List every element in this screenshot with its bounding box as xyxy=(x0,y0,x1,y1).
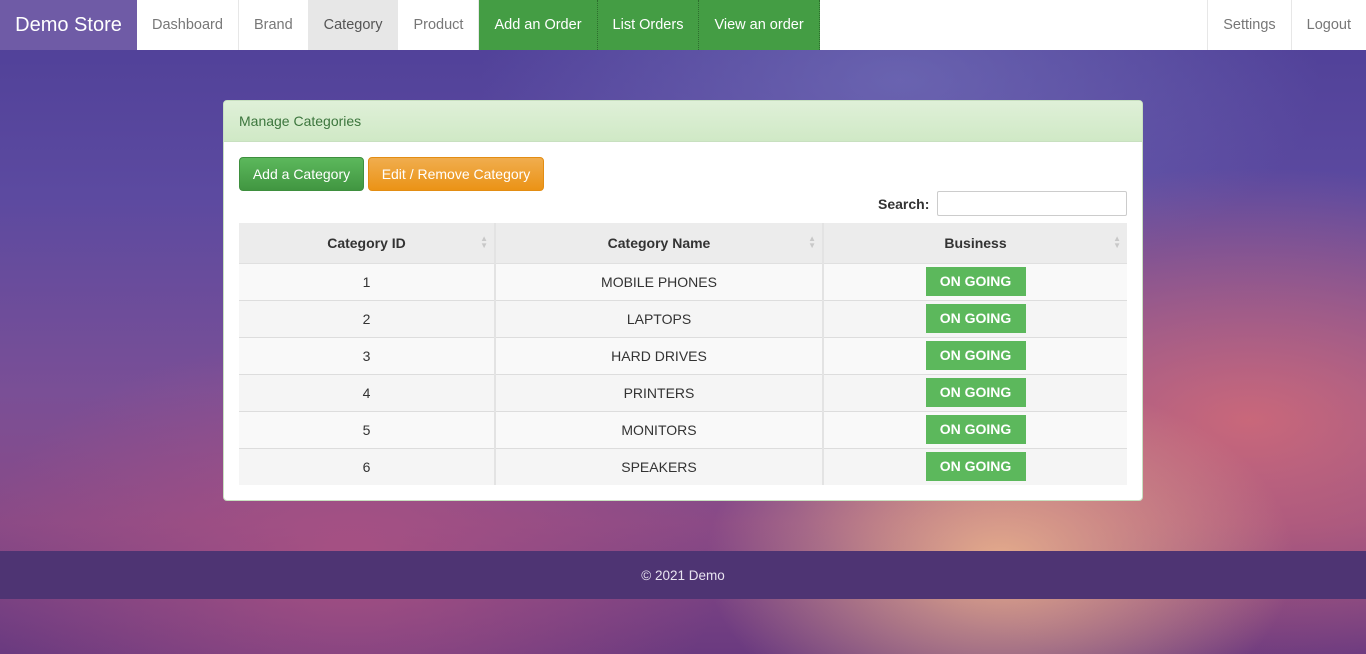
table-row: 4 PRINTERS ON GOING xyxy=(239,373,1127,411)
cell-name: SPEAKERS xyxy=(495,447,824,485)
nav-brand[interactable]: Brand xyxy=(239,0,309,50)
nav-add-order[interactable]: Add an Order xyxy=(479,0,598,50)
nav-logout[interactable]: Logout xyxy=(1290,0,1366,50)
sort-icon: ▲ ▼ xyxy=(808,234,816,250)
sort-icon: ▲ ▼ xyxy=(480,234,488,250)
table-header-row: Category ID ▲ ▼ Category Name ▲ ▼ Business… xyxy=(239,223,1127,264)
cell-id: 5 xyxy=(239,410,496,448)
header-label: Category ID xyxy=(327,234,406,251)
nav-dashboard[interactable]: Dashboard xyxy=(137,0,239,50)
table-row: 3 HARD DRIVES ON GOING xyxy=(239,336,1127,374)
nav-list-orders[interactable]: List Orders xyxy=(597,0,700,50)
cell-name: LAPTOPS xyxy=(495,299,824,337)
table-row: 2 LAPTOPS ON GOING xyxy=(239,299,1127,337)
page-footer: © 2021 Demo xyxy=(0,551,1366,599)
cell-status: ON GOING xyxy=(823,447,1127,485)
footer-copyright: © 2021 Demo xyxy=(641,567,725,583)
panel-title: Manage Categories xyxy=(224,101,1142,142)
header-category-name[interactable]: Category Name ▲ ▼ xyxy=(495,223,824,264)
cell-id: 1 xyxy=(239,262,496,300)
header-label: Category Name xyxy=(607,234,711,251)
manage-categories-panel: Manage Categories Add a Category Edit / … xyxy=(223,100,1143,501)
table-row: 6 SPEAKERS ON GOING xyxy=(239,447,1127,485)
status-badge: ON GOING xyxy=(925,341,1026,370)
cell-id: 6 xyxy=(239,447,496,485)
cell-name: MONITORS xyxy=(495,410,824,448)
cell-status: ON GOING xyxy=(823,373,1127,411)
header-label: Business xyxy=(944,234,1007,251)
status-badge: ON GOING xyxy=(925,452,1026,482)
cell-status: ON GOING xyxy=(823,299,1127,337)
header-category-id[interactable]: Category ID ▲ ▼ xyxy=(239,223,496,264)
cell-name: PRINTERS xyxy=(495,373,824,411)
edit-remove-category-button[interactable]: Edit / Remove Category xyxy=(368,157,544,191)
cell-id: 3 xyxy=(239,336,496,374)
sort-icon: ▲ ▼ xyxy=(1113,234,1121,250)
nav-product[interactable]: Product xyxy=(398,0,480,50)
categories-table: Category ID ▲ ▼ Category Name ▲ ▼ Business… xyxy=(239,223,1127,485)
nav-view-order[interactable]: View an order xyxy=(699,0,820,50)
cell-name: MOBILE PHONES xyxy=(495,262,824,300)
nav-category[interactable]: Category xyxy=(308,0,399,50)
nav-settings[interactable]: Settings xyxy=(1207,0,1290,50)
cell-id: 2 xyxy=(239,299,496,337)
search-input[interactable] xyxy=(937,191,1127,216)
status-badge: ON GOING xyxy=(925,415,1026,444)
table-row: 5 MONITORS ON GOING xyxy=(239,410,1127,448)
cell-id: 4 xyxy=(239,373,496,411)
status-badge: ON GOING xyxy=(925,267,1026,296)
search-label: Search: xyxy=(878,196,930,212)
nav-right-group: Settings Logout xyxy=(1207,0,1366,50)
cell-status: ON GOING xyxy=(823,410,1127,448)
brand-logo[interactable]: Demo Store xyxy=(0,0,137,50)
cell-status: ON GOING xyxy=(823,336,1127,374)
status-badge: ON GOING xyxy=(925,378,1026,407)
table-row: 1 MOBILE PHONES ON GOING xyxy=(239,262,1127,300)
top-navbar: Demo Store Dashboard Brand Category Prod… xyxy=(0,0,1366,50)
add-category-button[interactable]: Add a Category xyxy=(239,157,364,191)
cell-name: HARD DRIVES xyxy=(495,336,824,374)
status-badge: ON GOING xyxy=(925,304,1026,333)
cell-status: ON GOING xyxy=(823,262,1127,300)
header-business[interactable]: Business ▲ ▼ xyxy=(823,223,1127,264)
